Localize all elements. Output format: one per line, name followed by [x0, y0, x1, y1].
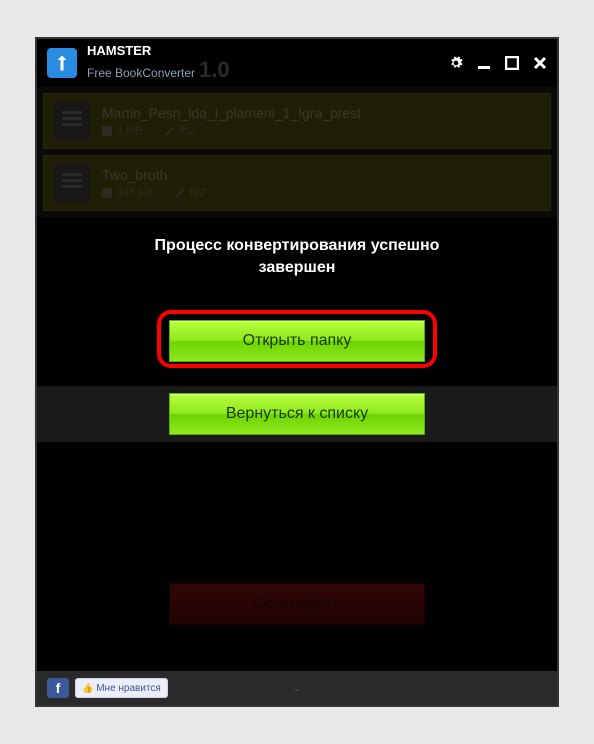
footer: f Мне нравится ⌄ [37, 671, 557, 705]
file-row[interactable]: Martin_Pesn_lda_i_plameni_1_Igra_prest 1… [43, 93, 551, 149]
maximize-icon[interactable] [505, 56, 519, 70]
open-folder-button[interactable]: Открыть папку [169, 320, 425, 362]
settings-icon[interactable] [449, 56, 463, 70]
completion-message: Процесс конвертирования успешно завершен [117, 235, 477, 280]
stop-button: Остановить [169, 583, 425, 625]
app-subtitle: Free BookConverter [87, 67, 195, 80]
app-version: 1.0 [199, 58, 230, 82]
back-to-list-button[interactable]: Вернуться к списку [169, 393, 425, 435]
file-format: fb2 [165, 125, 195, 137]
completion-overlay: Процесс конвертирования успешно завершен… [37, 217, 557, 671]
file-name: Two_broth [102, 167, 205, 183]
file-row[interactable]: Two_broth 945 KB fb2 [43, 155, 551, 211]
app-title-block: HAMSTER Free BookConverter 1.0 [87, 44, 230, 82]
app-name: HAMSTER [87, 44, 230, 58]
content-area: Martin_Pesn_lda_i_plameni_1_Igra_prest 1… [37, 87, 557, 671]
close-icon[interactable] [533, 56, 547, 70]
app-logo-icon [47, 48, 77, 78]
like-button[interactable]: Мне нравится [75, 678, 168, 698]
minimize-icon[interactable] [477, 56, 491, 70]
file-size: 1 MB [102, 125, 143, 137]
window-controls [449, 56, 547, 70]
app-window: HAMSTER Free BookConverter 1.0 [35, 37, 559, 707]
file-size: 945 KB [102, 187, 153, 199]
facebook-icon[interactable]: f [47, 678, 69, 698]
document-icon [54, 101, 90, 141]
file-name: Martin_Pesn_lda_i_plameni_1_Igra_prest [102, 105, 361, 121]
titlebar: HAMSTER Free BookConverter 1.0 [37, 39, 557, 87]
expand-handle-icon[interactable]: ⌄ [293, 683, 301, 694]
file-format: fb2 [175, 187, 205, 199]
document-icon [54, 163, 90, 203]
